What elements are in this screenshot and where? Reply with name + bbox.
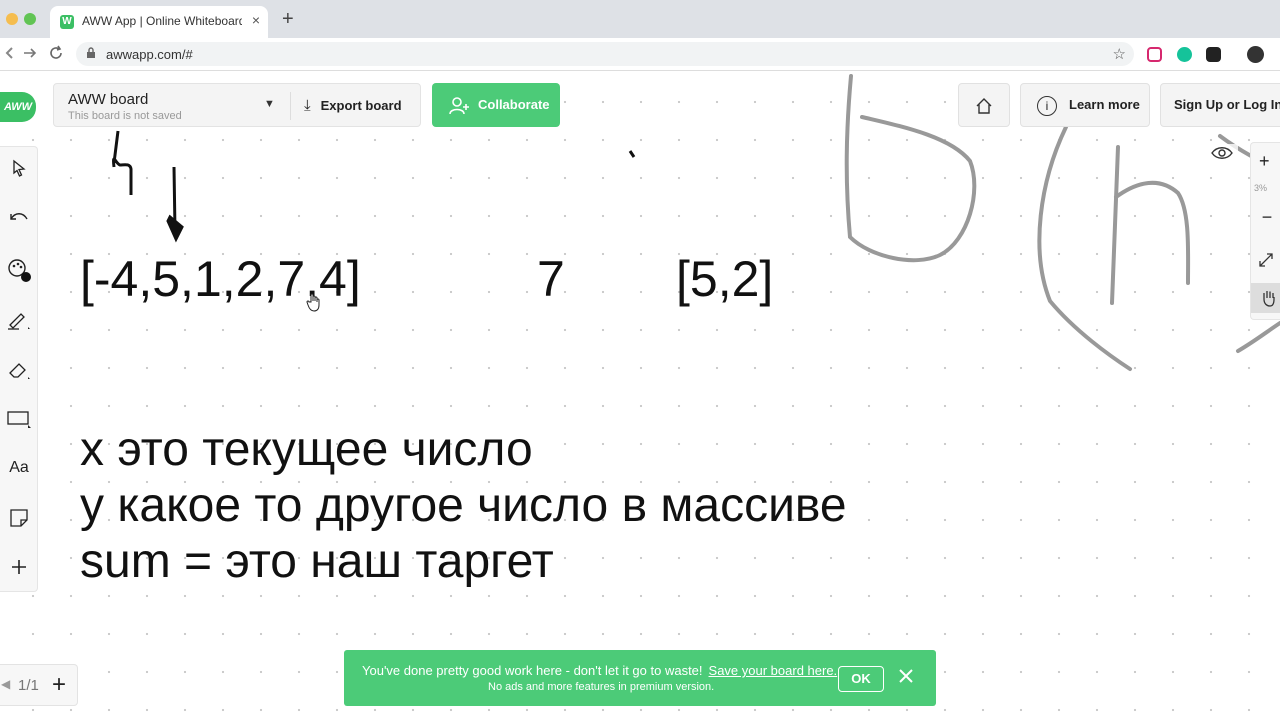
toast-message-row: You've done pretty good work here - don'…: [362, 663, 837, 678]
close-icon[interactable]: [898, 664, 914, 690]
learn-more-button[interactable]: i Learn more: [1020, 83, 1150, 127]
tab-close-button[interactable]: ×: [252, 12, 260, 28]
sign-up-label: Sign Up or Log In: [1174, 97, 1280, 112]
extension-icon[interactable]: [1206, 47, 1221, 62]
sticky-note-icon[interactable]: [0, 507, 38, 534]
canvas-text-target: 7: [537, 251, 565, 307]
export-board-label: Export board: [320, 98, 402, 113]
url-field[interactable]: awwapp.com/# ☆: [76, 42, 1134, 66]
profile-avatar[interactable]: [1247, 46, 1264, 63]
bookmark-star-icon[interactable]: ☆: [1113, 45, 1126, 63]
grey-sketch-h: [1037, 125, 1280, 371]
aww-logo[interactable]: AWW: [0, 92, 36, 122]
learn-more-label: Learn more: [1069, 97, 1140, 112]
page-controls: ◀ 1/1 +: [0, 664, 78, 706]
back-arrow-icon[interactable]: [2, 45, 18, 65]
color-palette-icon[interactable]: [0, 257, 38, 288]
chevron-down-icon[interactable]: ▼: [264, 98, 275, 110]
freehand-drawing-layer: [112, 74, 1280, 371]
add-tool-icon[interactable]: [0, 557, 38, 582]
hand-cursor-icon: [306, 292, 322, 317]
tab-title: AWW App | Online Whiteboard: [82, 14, 242, 28]
select-pointer-icon[interactable]: [0, 159, 38, 182]
ok-button[interactable]: OK: [838, 666, 884, 692]
ink-dot: [628, 150, 636, 158]
left-toolbar: Aa: [0, 146, 38, 592]
zoom-controls: + 3% −: [1250, 142, 1280, 320]
browser-tab-bar: W AWW App | Online Whiteboard × +: [0, 0, 1280, 38]
zoom-level: 3%: [1254, 183, 1268, 193]
save-reminder-toast: You've done pretty good work here - don'…: [344, 650, 936, 706]
page-indicator: 1/1: [18, 677, 39, 694]
download-icon: ⤓: [304, 97, 311, 114]
instagram-extension-icon[interactable]: [1147, 47, 1162, 62]
canvas-note-line: sum = это наш таргет: [80, 535, 554, 588]
add-user-icon: [448, 83, 470, 127]
toast-message: You've done pretty good work here - don'…: [362, 663, 703, 678]
board-status: This board is not saved: [68, 110, 182, 122]
aww-favicon-icon: W: [60, 15, 74, 29]
canvas-note-line: x это текущее число: [80, 423, 533, 476]
export-board-button[interactable]: ⤓ Export board: [304, 84, 402, 128]
prev-page-icon[interactable]: ◀: [1, 677, 10, 691]
zoom-out-icon[interactable]: −: [1253, 207, 1280, 228]
fit-screen-icon[interactable]: [1257, 251, 1275, 274]
new-tab-button[interactable]: +: [282, 8, 294, 31]
toast-subtext: No ads and more features in premium vers…: [488, 681, 715, 693]
handwritten-pointer-mark: [112, 130, 184, 243]
window-zoom-button[interactable]: [24, 13, 36, 25]
lock-icon: [86, 47, 96, 62]
home-button[interactable]: [958, 83, 1010, 127]
save-board-link[interactable]: Save your board here.: [709, 663, 838, 678]
reload-icon[interactable]: [48, 45, 64, 65]
text-tool-icon[interactable]: Aa: [0, 459, 38, 477]
eraser-icon[interactable]: [0, 359, 38, 386]
hand-pan-icon[interactable]: [1251, 283, 1280, 313]
home-icon: [975, 97, 993, 114]
canvas-note-line: y какое то другое число в массиве: [80, 479, 847, 532]
add-page-icon[interactable]: +: [52, 671, 66, 699]
window-minimize-button[interactable]: [6, 13, 18, 25]
info-icon: i: [1037, 95, 1057, 116]
collaborate-label: Collaborate: [478, 97, 550, 112]
collaborate-button[interactable]: Collaborate: [432, 83, 560, 127]
address-bar: awwapp.com/# ☆: [0, 38, 1280, 71]
canvas-text-result: [5,2]: [676, 251, 774, 307]
rectangle-shape-icon[interactable]: [0, 409, 38, 434]
board-menu[interactable]: AWW board This board is not saved ▼ ⤓ Exp…: [53, 83, 421, 127]
eye-visibility-icon[interactable]: [1206, 144, 1238, 170]
divider: [290, 92, 291, 120]
url-text: awwapp.com/#: [106, 47, 193, 62]
board-name: AWW board: [68, 91, 149, 108]
grammarly-extension-icon[interactable]: [1177, 47, 1192, 62]
pen-tool-icon[interactable]: [0, 309, 38, 336]
sign-up-button[interactable]: Sign Up or Log In: [1160, 83, 1280, 127]
forward-arrow-icon[interactable]: [22, 45, 38, 65]
undo-icon[interactable]: [0, 209, 38, 232]
grey-sketch-b: [844, 74, 977, 263]
zoom-in-icon[interactable]: +: [1259, 151, 1270, 172]
browser-tab[interactable]: W AWW App | Online Whiteboard ×: [50, 6, 268, 38]
